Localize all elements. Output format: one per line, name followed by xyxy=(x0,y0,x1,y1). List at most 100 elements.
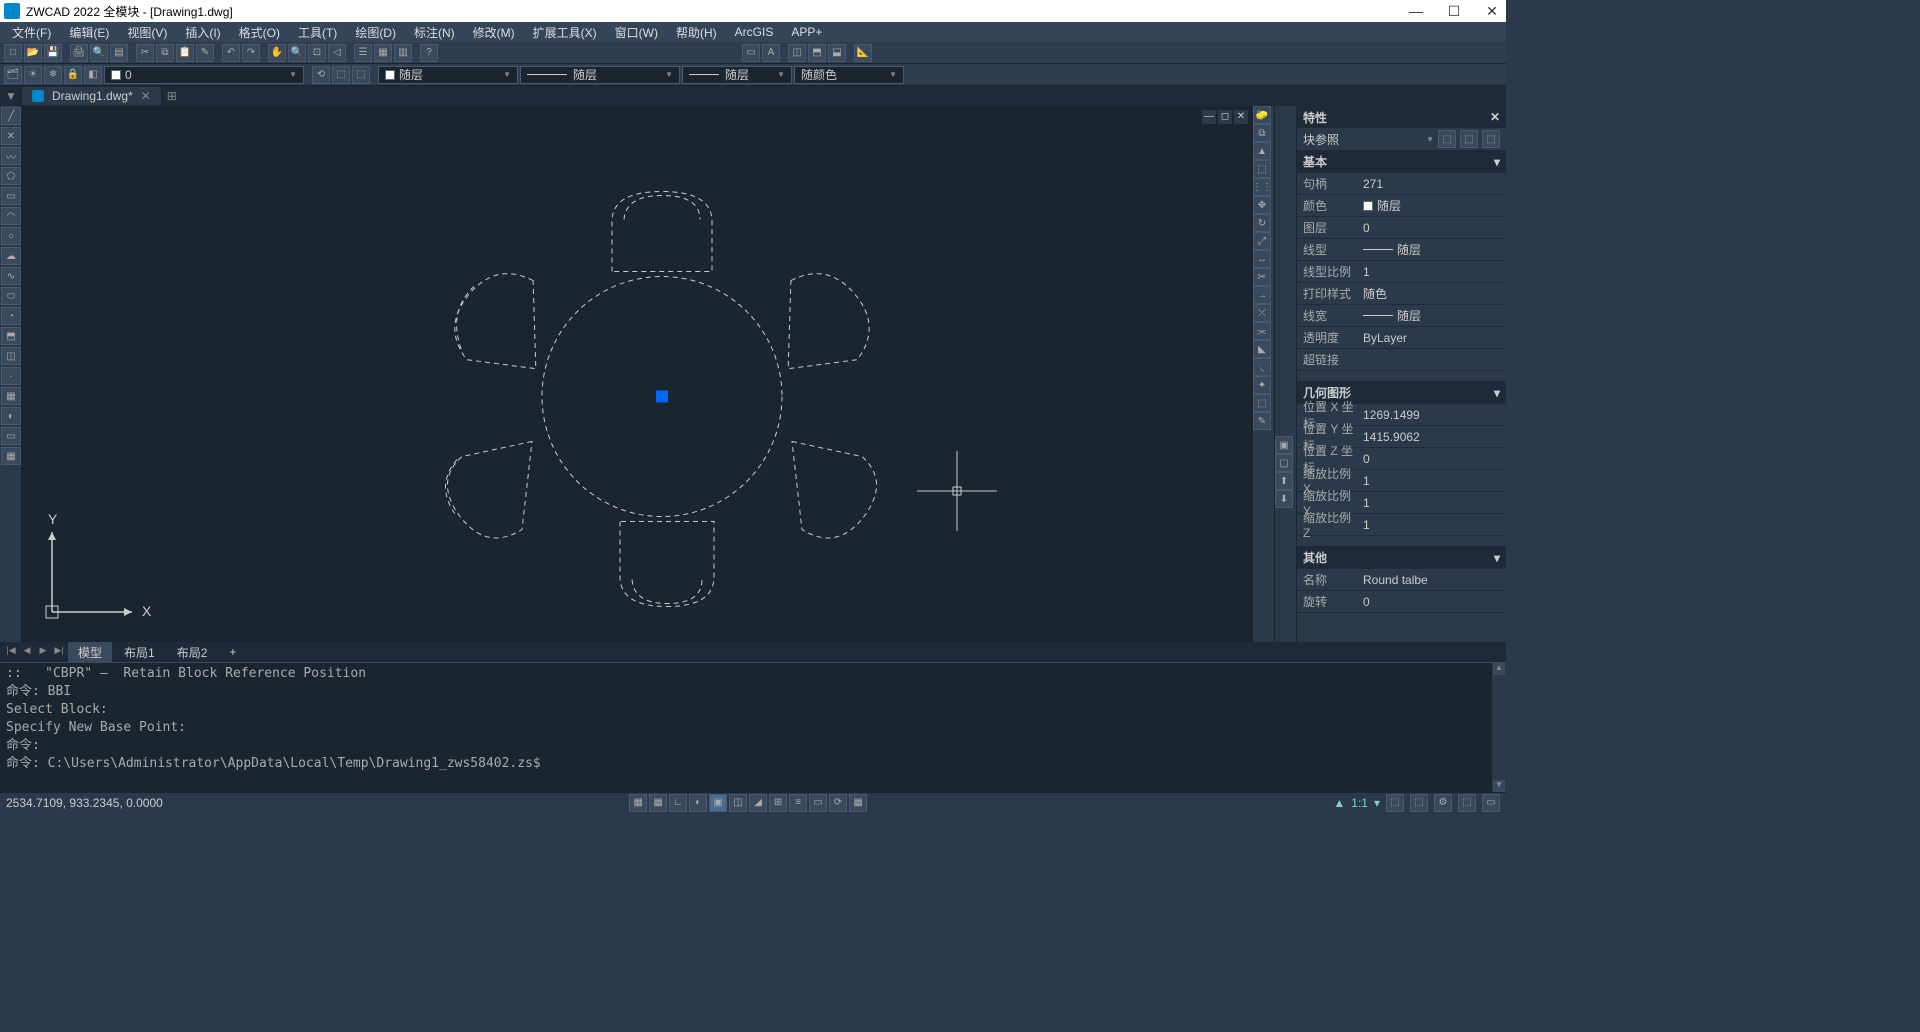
layer-walk-icon[interactable]: ⬚ xyxy=(352,66,370,84)
layout-prev-icon[interactable]: ◀ xyxy=(20,645,34,659)
prop-posy[interactable]: 1415.9062 xyxy=(1359,430,1506,444)
status-anno3-icon[interactable]: ⬚ xyxy=(1410,794,1428,812)
break-icon[interactable]: ⤫ xyxy=(1253,304,1271,322)
selection-type[interactable]: 块参照 xyxy=(1303,131,1422,148)
command-scrollbar[interactable]: ▲ ▼ xyxy=(1492,663,1506,792)
tool-palettes-icon[interactable]: ▥ xyxy=(394,44,412,62)
bring-front-icon[interactable]: ▣ xyxy=(1275,436,1293,454)
ortho-toggle[interactable]: ∟ xyxy=(669,794,687,812)
mirror-icon[interactable]: ▲ xyxy=(1253,142,1271,160)
hatch-icon[interactable]: ▦ xyxy=(1,387,21,405)
point-icon[interactable]: · xyxy=(1,367,21,385)
zoom-prev-icon[interactable]: ◁ xyxy=(328,44,346,62)
prop-posx[interactable]: 1269.1499 xyxy=(1359,408,1506,422)
print-icon[interactable]: 🖨 xyxy=(70,44,88,62)
layout-last-icon[interactable]: ▶| xyxy=(52,645,66,659)
menu-view[interactable]: 视图(V) xyxy=(119,22,175,43)
layer-color-icon[interactable]: ◧ xyxy=(84,66,102,84)
menu-help[interactable]: 帮助(H) xyxy=(668,22,725,43)
model-toggle[interactable]: ▭ xyxy=(809,794,827,812)
zoom-window-icon[interactable]: ⊡ xyxy=(308,44,326,62)
menu-insert[interactable]: 插入(I) xyxy=(177,22,228,43)
ellipse-icon[interactable]: ⬭ xyxy=(1,287,21,305)
rotate-icon[interactable]: ↻ xyxy=(1253,214,1271,232)
layout-tab-1[interactable]: 布局1 xyxy=(114,642,165,663)
dyn-toggle[interactable]: ⊞ xyxy=(769,794,787,812)
menu-edit[interactable]: 编辑(E) xyxy=(61,22,117,43)
properties-close-icon[interactable]: ✕ xyxy=(1490,110,1500,124)
menu-tools[interactable]: 工具(T) xyxy=(290,22,345,43)
status-coords[interactable]: 2534.7109, 933.2345, 0.0000 xyxy=(6,796,163,810)
polar-toggle[interactable]: ◐ xyxy=(689,794,707,812)
chevron-down-icon[interactable]: ▼ xyxy=(1426,135,1434,144)
command-history[interactable]: :: "CBPR" – Retain Block Reference Posit… xyxy=(0,663,1492,792)
menu-draw[interactable]: 绘图(D) xyxy=(347,22,404,43)
menu-format[interactable]: 格式(O) xyxy=(231,22,288,43)
pedit-icon[interactable]: ⬚ xyxy=(1253,394,1271,412)
doc-minimize-icon[interactable]: — xyxy=(1202,110,1216,124)
paste-icon[interactable]: 📋 xyxy=(176,44,194,62)
status-anno-icon[interactable]: ▲ xyxy=(1333,796,1345,810)
publish-icon[interactable]: ▤ xyxy=(110,44,128,62)
scroll-down-icon[interactable]: ▼ xyxy=(1493,780,1505,792)
menu-modify[interactable]: 修改(M) xyxy=(465,22,523,43)
matchprop-icon[interactable]: ✎ xyxy=(196,44,214,62)
quick-select-icon[interactable]: ⬚ xyxy=(1438,130,1456,148)
zoom-icon[interactable]: 🔍 xyxy=(288,44,306,62)
revcloud-icon[interactable]: ☁ xyxy=(1,247,21,265)
pick-add-icon[interactable]: ⬚ xyxy=(1460,130,1478,148)
menu-arcgis[interactable]: ArcGIS xyxy=(727,23,782,41)
ellipse-arc-icon[interactable]: ◔ xyxy=(1,307,21,325)
close-button[interactable]: ✕ xyxy=(1482,1,1502,21)
prop-color[interactable]: 随层 xyxy=(1359,197,1506,214)
design-center-icon[interactable]: ▦ xyxy=(374,44,392,62)
bring-above-icon[interactable]: ⬆ xyxy=(1275,472,1293,490)
grid-toggle[interactable]: ▦ xyxy=(649,794,667,812)
document-tab[interactable]: Drawing1.dwg* ✕ xyxy=(22,87,162,105)
lwt-toggle[interactable]: ≡ xyxy=(789,794,807,812)
pan-icon[interactable]: ✋ xyxy=(268,44,286,62)
layout-tab-model[interactable]: 模型 xyxy=(68,642,112,663)
command-window[interactable]: :: "CBPR" – Retain Block Reference Posit… xyxy=(0,662,1506,792)
new-file-icon[interactable]: □ xyxy=(4,44,22,62)
layer-state-icon[interactable]: ☀ xyxy=(24,66,42,84)
prop-handle[interactable]: 271 xyxy=(1359,177,1506,191)
prop-name[interactable]: Round talbe xyxy=(1359,573,1506,587)
join-icon[interactable]: ⫘ xyxy=(1253,322,1271,340)
offset-icon[interactable]: ⬚ xyxy=(1253,160,1271,178)
cut-icon[interactable]: ✂ xyxy=(136,44,154,62)
layout-tab-add[interactable]: + xyxy=(219,643,246,661)
insert-block-icon[interactable]: ⬒ xyxy=(1,327,21,345)
save-icon[interactable]: 💾 xyxy=(44,44,62,62)
drawing-canvas[interactable]: — ◻ ✕ xyxy=(22,106,1252,642)
undo-icon[interactable]: ↶ xyxy=(222,44,240,62)
xref-icon[interactable]: ⬓ xyxy=(828,44,846,62)
layout-next-icon[interactable]: ▶ xyxy=(36,645,50,659)
section-other[interactable]: 其他▾ xyxy=(1297,546,1506,569)
annotation-toggle[interactable]: ▦ xyxy=(849,794,867,812)
snap-toggle[interactable]: ▦ xyxy=(629,794,647,812)
menu-app[interactable]: APP+ xyxy=(783,23,830,41)
explode-icon[interactable]: ✦ xyxy=(1253,376,1271,394)
text-style-icon[interactable]: A xyxy=(762,44,780,62)
region-icon[interactable]: ▭ xyxy=(1,427,21,445)
prop-posz[interactable]: 0 xyxy=(1359,452,1506,466)
layer-freeze-icon[interactable]: ❄ xyxy=(44,66,62,84)
arc-icon[interactable]: ◠ xyxy=(1,207,21,225)
polyline-icon[interactable]: 〰 xyxy=(1,147,21,165)
preview-icon[interactable]: 🔍 xyxy=(90,44,108,62)
scale-icon[interactable]: ⤢ xyxy=(1253,232,1271,250)
doc-close-icon[interactable]: ✕ xyxy=(1234,110,1248,124)
status-iso-icon[interactable]: ⬚ xyxy=(1458,794,1476,812)
status-clean-icon[interactable]: ▭ xyxy=(1482,794,1500,812)
layer-lock-icon[interactable]: 🔒 xyxy=(64,66,82,84)
lineweight-combo[interactable]: 随层 ▼ xyxy=(682,66,792,84)
measure-icon[interactable]: 📐 xyxy=(854,44,872,62)
menu-file[interactable]: 文件(F) xyxy=(4,22,59,43)
prop-scalex[interactable]: 1 xyxy=(1359,474,1506,488)
stretch-icon[interactable]: ↔ xyxy=(1253,250,1271,268)
properties-icon[interactable]: ☰ xyxy=(354,44,372,62)
menu-dimension[interactable]: 标注(N) xyxy=(406,22,463,43)
ducs-toggle[interactable]: ◢ xyxy=(749,794,767,812)
layer-prev-icon[interactable]: ⟲ xyxy=(312,66,330,84)
